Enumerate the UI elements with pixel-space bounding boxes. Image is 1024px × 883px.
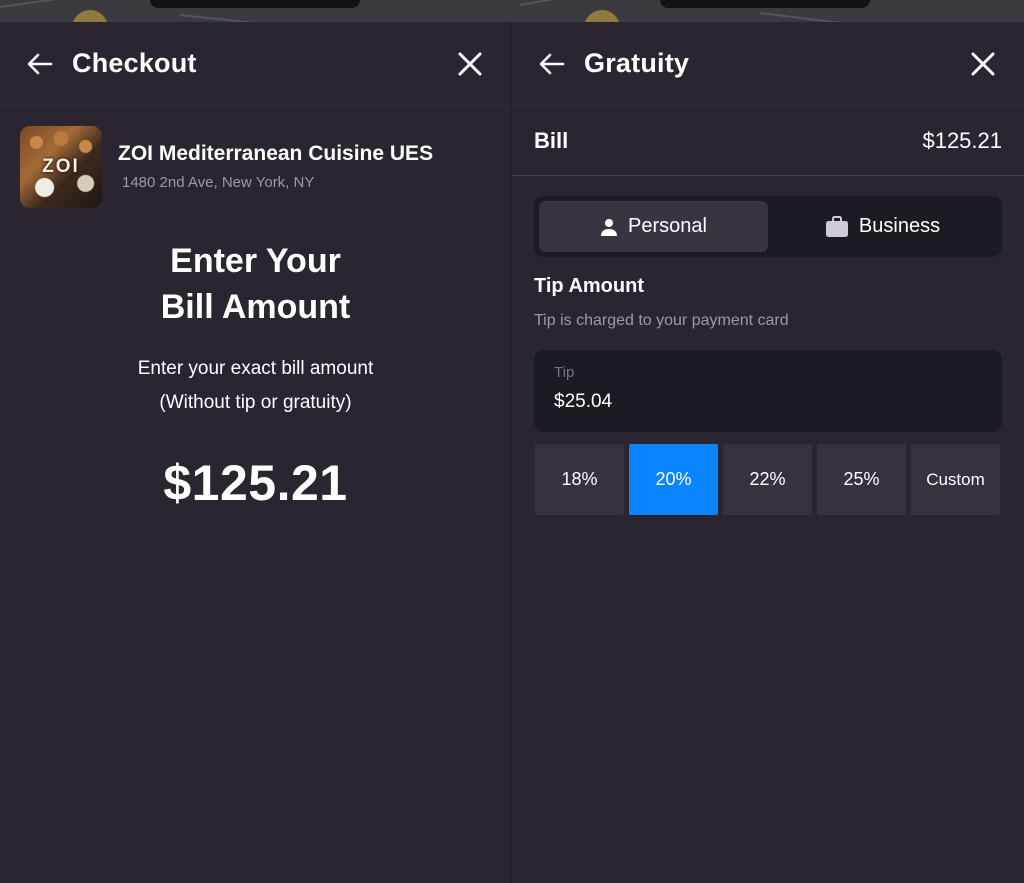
personal-segment-button[interactable]: Personal <box>539 201 768 252</box>
back-arrow-icon[interactable] <box>26 50 54 78</box>
enter-bill-heading: Enter Your Bill Amount <box>0 238 511 330</box>
checkout-panel: Checkout ZOI ZOI Mediterranean Cuisine U… <box>0 22 512 883</box>
tip-option-20[interactable]: 20% <box>629 444 718 515</box>
gratuity-panel: Gratuity Bill $125.21 Personal Business … <box>512 22 1024 883</box>
tip-percentage-options: 18% 20% 22% 25% Custom <box>535 444 1002 515</box>
subtitle-line-1: Enter your exact bill amount <box>137 358 374 379</box>
restaurant-logo: ZOI <box>42 156 80 177</box>
account-type-segmented-control: Personal Business <box>534 196 1002 257</box>
tip-input-field[interactable]: Tip $25.04 <box>534 350 1002 432</box>
checkout-header: Checkout <box>0 22 511 106</box>
close-icon[interactable] <box>968 49 998 79</box>
close-icon[interactable] <box>455 49 485 79</box>
person-icon <box>600 218 618 236</box>
bill-amount-display[interactable]: $125.21 <box>0 454 511 512</box>
tip-option-25[interactable]: 25% <box>817 444 906 515</box>
tip-field-value[interactable]: $25.04 <box>554 391 982 413</box>
page-title: Checkout <box>72 48 197 78</box>
tip-option-18[interactable]: 18% <box>535 444 624 515</box>
page-title: Gratuity <box>584 48 690 78</box>
bill-value: $125.21 <box>922 127 1002 153</box>
subtitle-line-2: (Without tip or gratuity) <box>159 392 352 413</box>
personal-segment-label: Personal <box>628 215 707 237</box>
bill-label: Bill <box>534 127 569 153</box>
tip-field-label: Tip <box>554 364 575 381</box>
back-arrow-icon[interactable] <box>538 50 566 78</box>
heading-line-1: Enter Your <box>170 242 341 280</box>
tip-note: Tip is charged to your payment card <box>534 312 789 329</box>
tip-amount-heading: Tip Amount <box>534 275 644 297</box>
restaurant-address: 1480 2nd Ave, New York, NY <box>122 174 315 191</box>
tip-option-22[interactable]: 22% <box>723 444 812 515</box>
bill-row: Bill $125.21 <box>512 106 1024 176</box>
restaurant-info: ZOI ZOI Mediterranean Cuisine UES 1480 2… <box>0 106 511 208</box>
restaurant-name: ZOI Mediterranean Cuisine UES <box>118 142 434 165</box>
heading-line-2: Bill Amount <box>160 288 351 326</box>
tip-option-custom[interactable]: Custom <box>911 444 1000 515</box>
restaurant-thumbnail: ZOI <box>20 126 102 208</box>
business-segment-button[interactable]: Business <box>768 201 997 252</box>
briefcase-icon <box>825 215 849 238</box>
business-segment-label: Business <box>858 215 941 237</box>
gratuity-header: Gratuity <box>512 22 1024 106</box>
background-map-strip <box>0 0 1024 22</box>
enter-bill-subtitle: Enter your exact bill amount (Without ti… <box>0 352 511 420</box>
